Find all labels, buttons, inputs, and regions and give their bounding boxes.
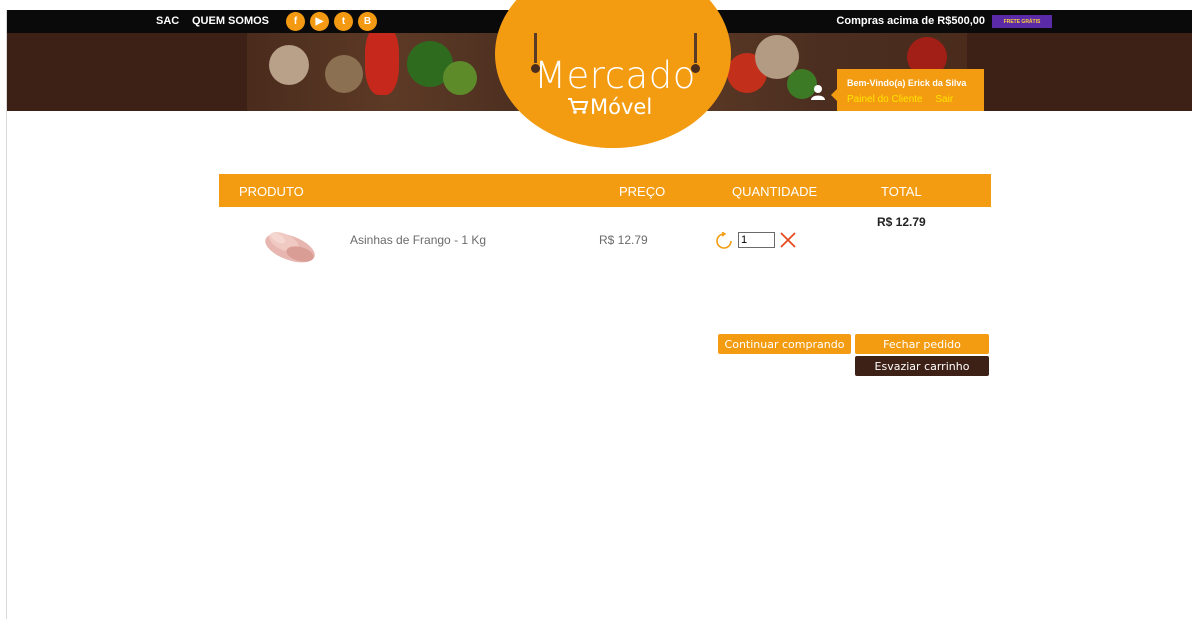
blog-icon[interactable]: B bbox=[358, 12, 377, 31]
header-total: TOTAL bbox=[881, 184, 922, 199]
logo-strap-dot-left bbox=[531, 64, 540, 73]
header-price: PREÇO bbox=[619, 184, 666, 199]
logo-strap-right bbox=[694, 33, 697, 63]
refresh-icon[interactable] bbox=[715, 231, 733, 255]
checkout-button[interactable]: Fechar pedido bbox=[855, 334, 989, 354]
header-product: PRODUTO bbox=[239, 184, 304, 199]
logo-strap-left bbox=[534, 33, 537, 63]
logo-title[interactable]: Mercado bbox=[530, 57, 700, 94]
welcome-greeting: Bem-Vindo(a) Erick da Silva bbox=[847, 78, 967, 88]
promo-text: Compras acima de R$500,00 bbox=[836, 15, 985, 27]
page: SAC QUEM SOMOS f ▶ t B Compras acima de … bbox=[6, 0, 1192, 619]
empty-cart-button[interactable]: Esvaziar carrinho bbox=[855, 356, 989, 376]
youtube-icon[interactable]: ▶ bbox=[310, 12, 329, 31]
twitter-icon[interactable]: t bbox=[334, 12, 353, 31]
product-price: R$ 12.79 bbox=[599, 233, 648, 247]
welcome-box: Bem-Vindo(a) Erick da Silva Painel do Cl… bbox=[831, 69, 984, 111]
header-quantity: QUANTIDADE bbox=[732, 184, 818, 199]
frete-gratis-badge: FRETE GRÁTIS bbox=[992, 15, 1052, 28]
quem-somos-link[interactable]: QUEM SOMOS bbox=[192, 15, 269, 27]
cart-total: R$ 12.79 bbox=[877, 215, 926, 229]
sac-link[interactable]: SAC bbox=[156, 15, 179, 27]
client-panel-link[interactable]: Painel do Cliente bbox=[847, 94, 923, 105]
facebook-icon[interactable]: f bbox=[286, 12, 305, 31]
product-name[interactable]: Asinhas de Frango - 1 Kg bbox=[350, 233, 486, 247]
logout-link[interactable]: Sair bbox=[935, 94, 953, 105]
remove-item-icon[interactable] bbox=[779, 231, 797, 254]
cart-icon bbox=[567, 97, 589, 120]
logo-subtitle: Móvel bbox=[590, 95, 653, 119]
user-icon bbox=[810, 84, 826, 105]
continue-shopping-button[interactable]: Continuar comprando bbox=[718, 334, 851, 354]
cart-header: PRODUTO PREÇO QUANTIDADE TOTAL bbox=[219, 174, 991, 207]
product-image[interactable] bbox=[260, 220, 322, 270]
quantity-input[interactable] bbox=[738, 232, 775, 248]
logo-strap-dot-right bbox=[691, 64, 700, 73]
